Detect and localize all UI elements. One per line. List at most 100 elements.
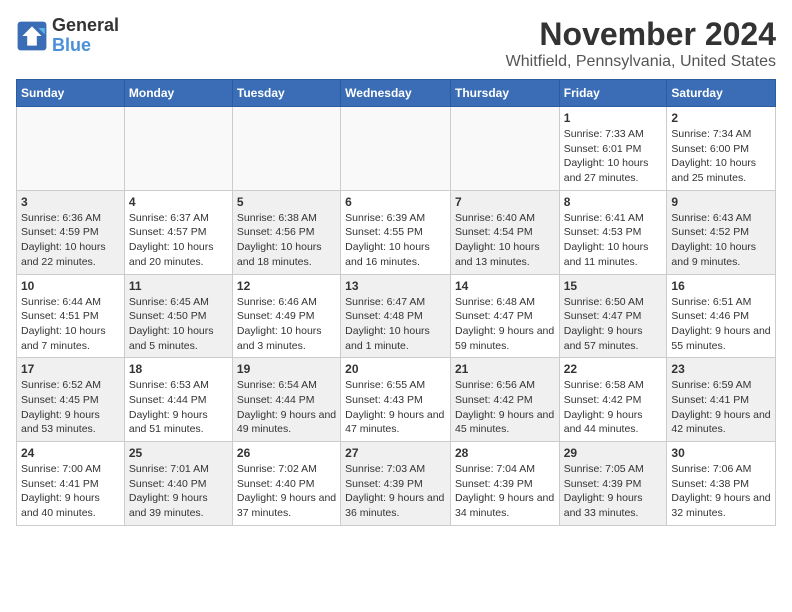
day-number: 18 [129, 362, 228, 376]
calendar-cell [17, 107, 125, 191]
day-number: 26 [237, 446, 336, 460]
calendar-cell: 28Sunrise: 7:04 AM Sunset: 4:39 PM Dayli… [450, 442, 559, 526]
day-number: 6 [345, 195, 446, 209]
day-number: 30 [671, 446, 771, 460]
day-info: Sunrise: 6:56 AM Sunset: 4:42 PM Dayligh… [455, 378, 555, 437]
day-number: 2 [671, 111, 771, 125]
calendar-cell: 22 Sunrise: 6:58 AM Sunset: 4:42 PM Dayli… [559, 358, 667, 442]
calendar-header-wednesday: Wednesday [341, 80, 451, 107]
calendar-cell: 7 Sunrise: 6:40 AM Sunset: 4:54 PM Daylig… [450, 190, 559, 274]
title-section: November 2024 Whitfield, Pennsylvania, U… [506, 16, 776, 71]
calendar-week-row: 10 Sunrise: 6:44 AM Sunset: 4:51 PM Dayli… [17, 274, 776, 358]
day-number: 16 [671, 279, 771, 293]
day-info: Sunrise: 7:05 AM Sunset: 4:39 PM Dayligh… [564, 462, 663, 521]
calendar-header-monday: Monday [124, 80, 232, 107]
day-number: 28 [455, 446, 555, 460]
calendar-cell: 5 Sunrise: 6:38 AM Sunset: 4:56 PM Daylig… [232, 190, 340, 274]
logo-icon [16, 20, 48, 52]
day-info: Sunrise: 6:43 AM Sunset: 4:52 PM Dayligh… [671, 211, 771, 270]
calendar-cell: 29 Sunrise: 7:05 AM Sunset: 4:39 PM Dayli… [559, 442, 667, 526]
day-number: 19 [237, 362, 336, 376]
day-number: 21 [455, 362, 555, 376]
day-info: Sunrise: 6:50 AM Sunset: 4:47 PM Dayligh… [564, 295, 663, 354]
day-number: 10 [21, 279, 120, 293]
day-info: Sunrise: 7:06 AM Sunset: 4:38 PM Dayligh… [671, 462, 771, 521]
calendar-header-tuesday: Tuesday [232, 80, 340, 107]
day-number: 12 [237, 279, 336, 293]
calendar-cell: 15 Sunrise: 6:50 AM Sunset: 4:47 PM Dayli… [559, 274, 667, 358]
calendar-header-saturday: Saturday [667, 80, 776, 107]
calendar-cell: 2 Sunrise: 7:34 AM Sunset: 6:00 PM Daylig… [667, 107, 776, 191]
page-header: General Blue November 2024 Whitfield, Pe… [16, 16, 776, 71]
day-number: 22 [564, 362, 663, 376]
day-info: Sunrise: 6:38 AM Sunset: 4:56 PM Dayligh… [237, 211, 336, 270]
day-info: Sunrise: 7:33 AM Sunset: 6:01 PM Dayligh… [564, 127, 663, 186]
day-number: 3 [21, 195, 120, 209]
day-info: Sunrise: 6:58 AM Sunset: 4:42 PM Dayligh… [564, 378, 663, 437]
day-number: 14 [455, 279, 555, 293]
calendar-cell [232, 107, 340, 191]
day-number: 20 [345, 362, 446, 376]
day-info: Sunrise: 6:46 AM Sunset: 4:49 PM Dayligh… [237, 295, 336, 354]
day-number: 15 [564, 279, 663, 293]
calendar-cell [124, 107, 232, 191]
calendar-cell: 24 Sunrise: 7:00 AM Sunset: 4:41 PM Dayli… [17, 442, 125, 526]
day-info: Sunrise: 6:59 AM Sunset: 4:41 PM Dayligh… [671, 378, 771, 437]
day-info: Sunrise: 6:41 AM Sunset: 4:53 PM Dayligh… [564, 211, 663, 270]
day-info: Sunrise: 6:40 AM Sunset: 4:54 PM Dayligh… [455, 211, 555, 270]
calendar-cell: 12 Sunrise: 6:46 AM Sunset: 4:49 PM Dayli… [232, 274, 340, 358]
day-number: 11 [129, 279, 228, 293]
day-info: Sunrise: 6:45 AM Sunset: 4:50 PM Dayligh… [129, 295, 228, 354]
day-number: 24 [21, 446, 120, 460]
day-info: Sunrise: 6:51 AM Sunset: 4:46 PM Dayligh… [671, 295, 771, 354]
calendar-header-sunday: Sunday [17, 80, 125, 107]
calendar-cell: 27Sunrise: 7:03 AM Sunset: 4:39 PM Dayli… [341, 442, 451, 526]
calendar-week-row: 17Sunrise: 6:52 AM Sunset: 4:45 PM Dayli… [17, 358, 776, 442]
calendar-cell: 16 Sunrise: 6:51 AM Sunset: 4:46 PM Dayli… [667, 274, 776, 358]
calendar-cell: 11 Sunrise: 6:45 AM Sunset: 4:50 PM Dayli… [124, 274, 232, 358]
calendar-cell: 3 Sunrise: 6:36 AM Sunset: 4:59 PM Daylig… [17, 190, 125, 274]
calendar-cell: 10 Sunrise: 6:44 AM Sunset: 4:51 PM Dayli… [17, 274, 125, 358]
day-number: 25 [129, 446, 228, 460]
calendar-cell: 17Sunrise: 6:52 AM Sunset: 4:45 PM Dayli… [17, 358, 125, 442]
calendar-cell: 19Sunrise: 6:54 AM Sunset: 4:44 PM Dayli… [232, 358, 340, 442]
day-number: 1 [564, 111, 663, 125]
day-info: Sunrise: 6:47 AM Sunset: 4:48 PM Dayligh… [345, 295, 446, 354]
day-info: Sunrise: 6:44 AM Sunset: 4:51 PM Dayligh… [21, 295, 120, 354]
day-number: 29 [564, 446, 663, 460]
day-info: Sunrise: 6:53 AM Sunset: 4:44 PM Dayligh… [129, 378, 228, 437]
calendar-cell: 18 Sunrise: 6:53 AM Sunset: 4:44 PM Dayli… [124, 358, 232, 442]
day-info: Sunrise: 6:37 AM Sunset: 4:57 PM Dayligh… [129, 211, 228, 270]
calendar-week-row: 24 Sunrise: 7:00 AM Sunset: 4:41 PM Dayli… [17, 442, 776, 526]
day-info: Sunrise: 6:48 AM Sunset: 4:47 PM Dayligh… [455, 295, 555, 354]
day-info: Sunrise: 7:03 AM Sunset: 4:39 PM Dayligh… [345, 462, 446, 521]
calendar-cell: 14 Sunrise: 6:48 AM Sunset: 4:47 PM Dayli… [450, 274, 559, 358]
calendar-cell: 25 Sunrise: 7:01 AM Sunset: 4:40 PM Dayli… [124, 442, 232, 526]
calendar-cell: 4Sunrise: 6:37 AM Sunset: 4:57 PM Daylig… [124, 190, 232, 274]
day-number: 7 [455, 195, 555, 209]
calendar-week-row: 1 Sunrise: 7:33 AM Sunset: 6:01 PM Daylig… [17, 107, 776, 191]
calendar-header-thursday: Thursday [450, 80, 559, 107]
calendar-cell: 6Sunrise: 6:39 AM Sunset: 4:55 PM Daylig… [341, 190, 451, 274]
calendar-cell [450, 107, 559, 191]
day-number: 5 [237, 195, 336, 209]
day-number: 8 [564, 195, 663, 209]
calendar-week-row: 3 Sunrise: 6:36 AM Sunset: 4:59 PM Daylig… [17, 190, 776, 274]
day-info: Sunrise: 7:00 AM Sunset: 4:41 PM Dayligh… [21, 462, 120, 521]
day-info: Sunrise: 7:34 AM Sunset: 6:00 PM Dayligh… [671, 127, 771, 186]
logo: General Blue [16, 16, 119, 56]
day-info: Sunrise: 6:36 AM Sunset: 4:59 PM Dayligh… [21, 211, 120, 270]
calendar-cell: 8 Sunrise: 6:41 AM Sunset: 4:53 PM Daylig… [559, 190, 667, 274]
calendar-cell: 9 Sunrise: 6:43 AM Sunset: 4:52 PM Daylig… [667, 190, 776, 274]
month-title: November 2024 [506, 16, 776, 53]
day-info: Sunrise: 7:01 AM Sunset: 4:40 PM Dayligh… [129, 462, 228, 521]
logo-text: General Blue [52, 16, 119, 56]
day-number: 13 [345, 279, 446, 293]
day-number: 17 [21, 362, 120, 376]
calendar-cell [341, 107, 451, 191]
calendar-header-friday: Friday [559, 80, 667, 107]
location: Whitfield, Pennsylvania, United States [506, 53, 776, 71]
calendar-table: SundayMondayTuesdayWednesdayThursdayFrid… [16, 79, 776, 526]
day-number: 9 [671, 195, 771, 209]
day-number: 23 [671, 362, 771, 376]
